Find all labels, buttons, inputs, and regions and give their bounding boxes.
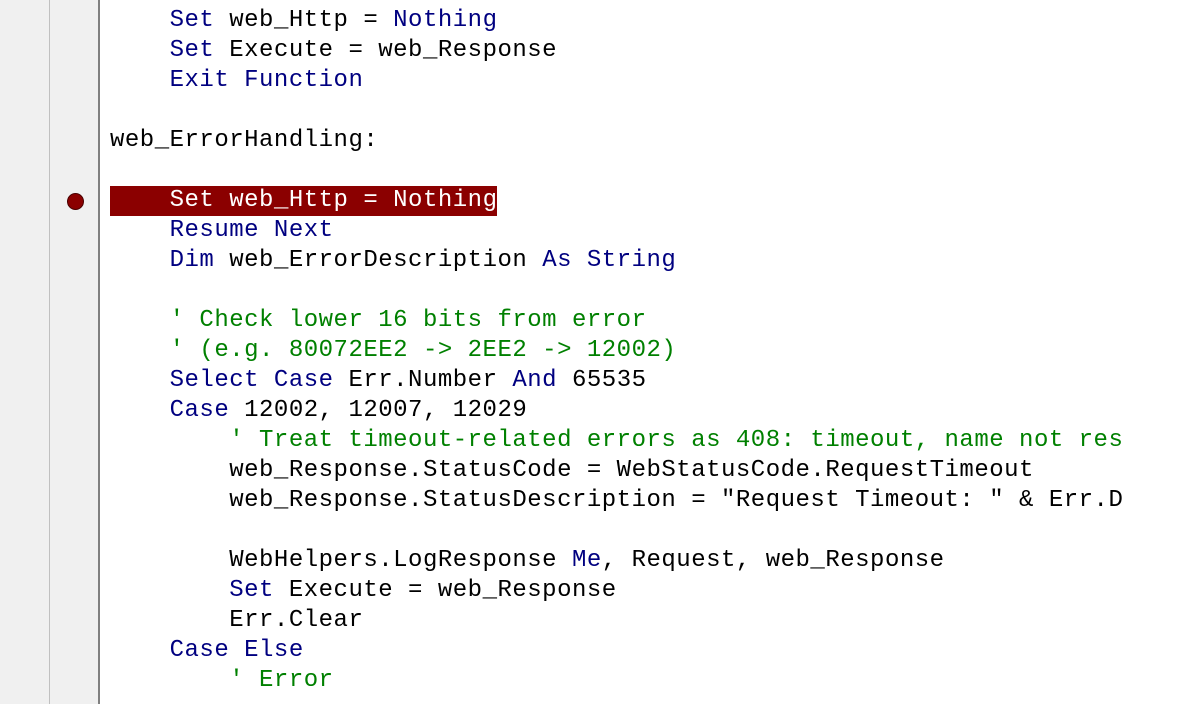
code-line[interactable]: Set Execute = web_Response bbox=[110, 576, 1198, 606]
breakpoint-marker[interactable] bbox=[67, 193, 84, 210]
code-line[interactable]: Select Case Err.Number And 65535 bbox=[110, 366, 1198, 396]
code-line[interactable]: Set Execute = web_Response bbox=[110, 36, 1198, 66]
code-line[interactable]: web_ErrorHandling: bbox=[110, 126, 1198, 156]
code-line[interactable]: Case 12002, 12007, 12029 bbox=[110, 396, 1198, 426]
code-line[interactable]: WebHelpers.LogResponse Me, Request, web_… bbox=[110, 546, 1198, 576]
code-line[interactable]: ' Check lower 16 bits from error bbox=[110, 306, 1198, 336]
breakpoint-gutter[interactable] bbox=[50, 0, 100, 704]
code-line[interactable]: Set web_Http = Nothing bbox=[110, 6, 1198, 36]
code-line[interactable]: Case Else bbox=[110, 636, 1198, 666]
code-line[interactable]: Err.Clear bbox=[110, 606, 1198, 636]
code-line[interactable]: Resume Next bbox=[110, 216, 1198, 246]
code-line[interactable] bbox=[110, 156, 1198, 186]
code-line[interactable]: ' (e.g. 80072EE2 -> 2EE2 -> 12002) bbox=[110, 336, 1198, 366]
code-line[interactable]: web_Response.StatusDescription = "Reques… bbox=[110, 486, 1198, 516]
code-line[interactable] bbox=[110, 96, 1198, 126]
code-line[interactable]: web_Response.StatusCode = WebStatusCode.… bbox=[110, 456, 1198, 486]
code-line[interactable]: Dim web_ErrorDescription As String bbox=[110, 246, 1198, 276]
code-line[interactable]: ' Error bbox=[110, 666, 1198, 696]
code-area[interactable]: Set web_Http = Nothing Set Execute = web… bbox=[100, 0, 1198, 704]
code-line-execution[interactable]: Set web_Http = Nothing bbox=[110, 186, 1198, 216]
outer-gutter bbox=[0, 0, 50, 704]
code-line[interactable] bbox=[110, 276, 1198, 306]
code-line[interactable]: ' Treat timeout-related errors as 408: t… bbox=[110, 426, 1198, 456]
code-line[interactable] bbox=[110, 516, 1198, 546]
code-editor: Set web_Http = Nothing Set Execute = web… bbox=[0, 0, 1198, 704]
code-line[interactable]: Exit Function bbox=[110, 66, 1198, 96]
